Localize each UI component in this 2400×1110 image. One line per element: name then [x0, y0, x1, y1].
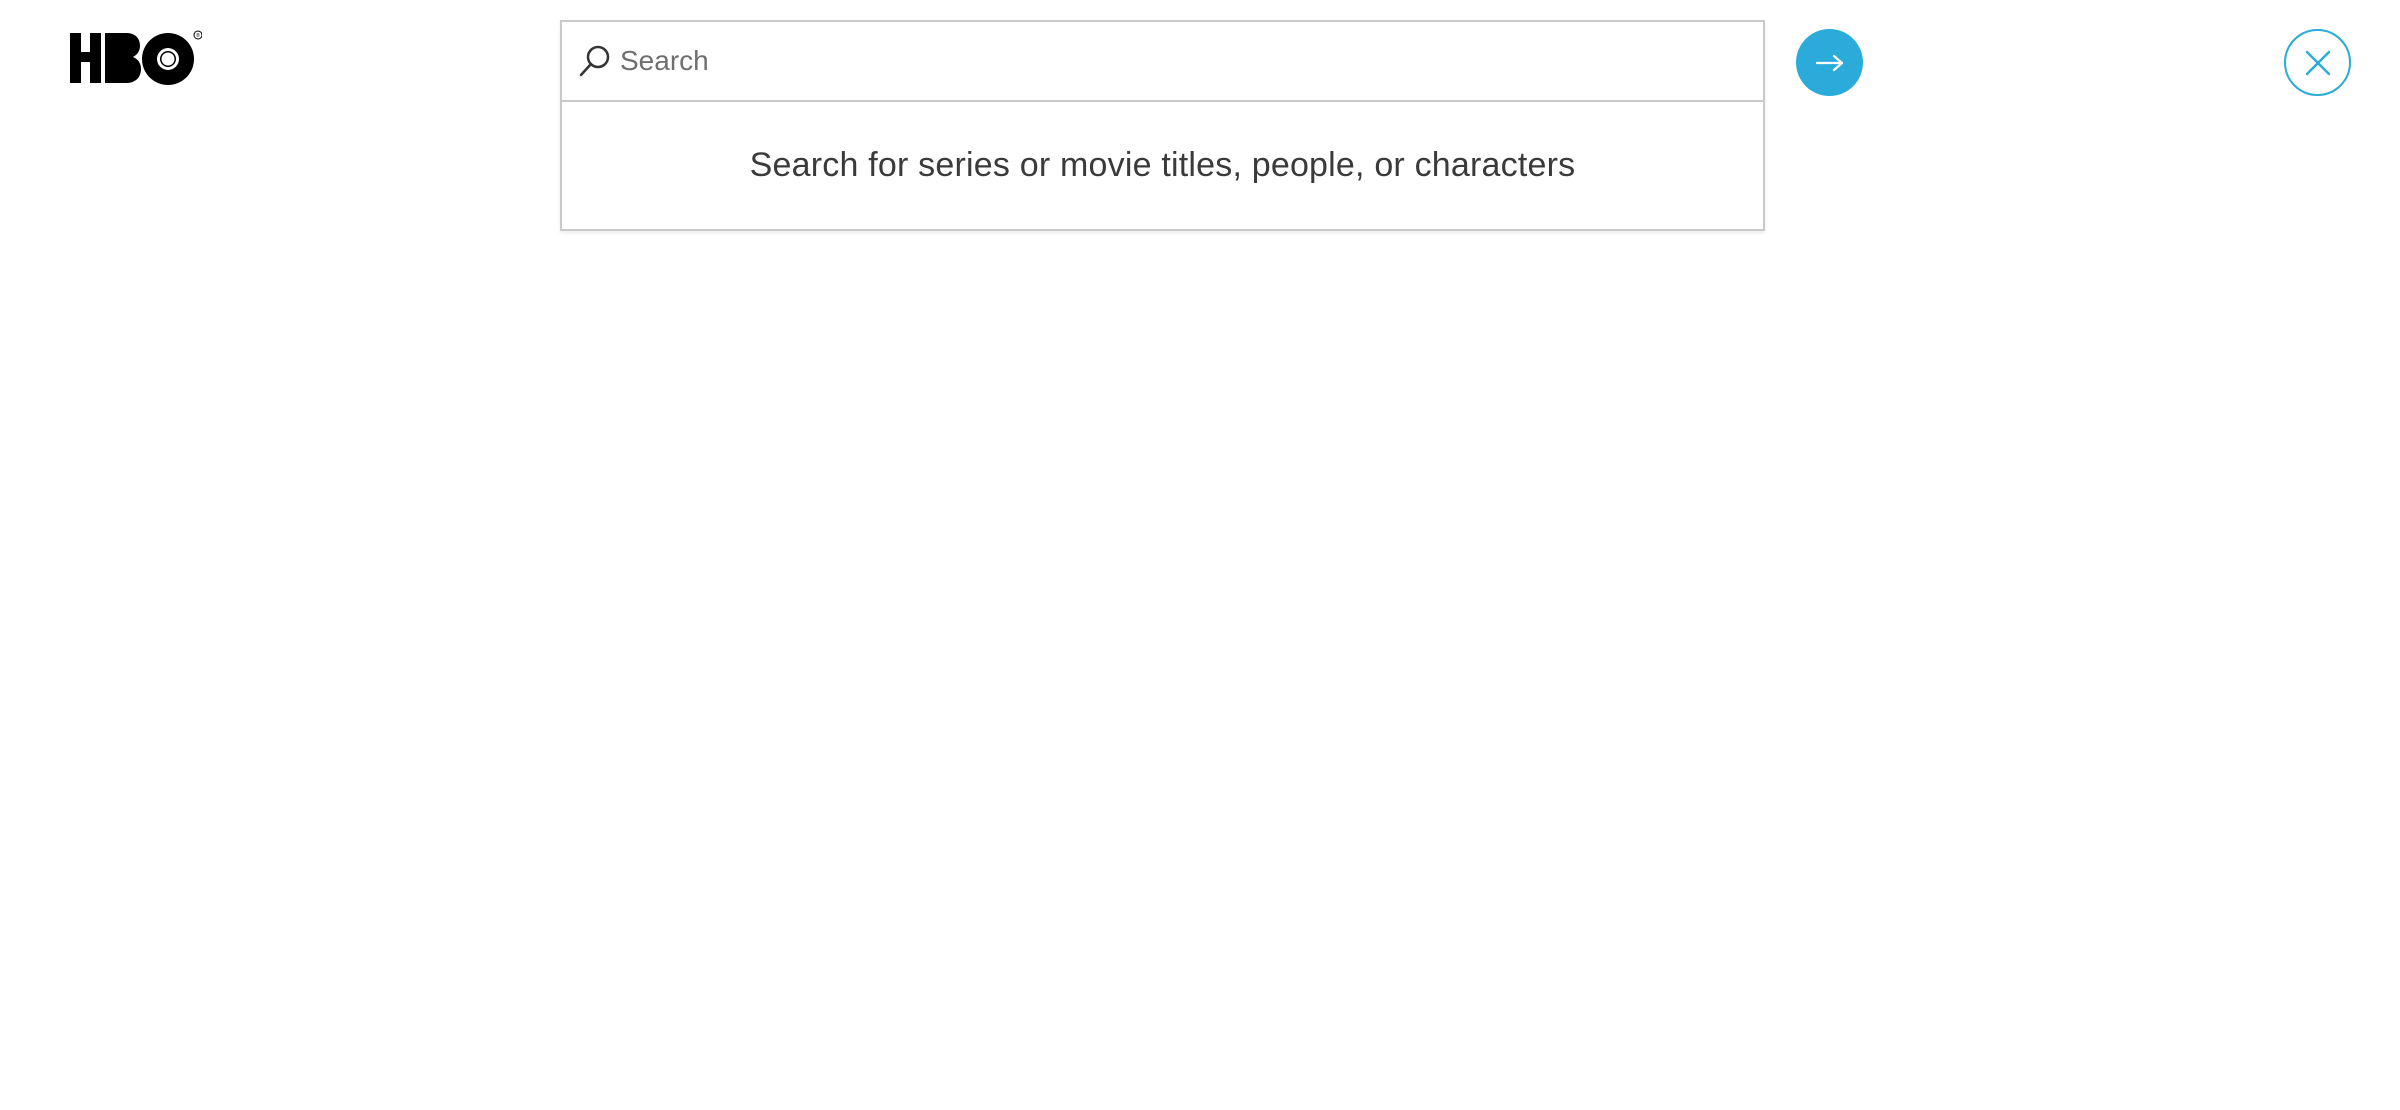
arrow-right-icon [1815, 54, 1843, 71]
search-icon [578, 44, 612, 78]
search-page: ® Search for series or movie titles, peo… [0, 0, 2400, 1110]
close-icon [2305, 50, 2330, 75]
trademark-symbol: ® [196, 32, 200, 39]
close-button[interactable] [2284, 29, 2351, 96]
search-panel: Search for series or movie titles, peopl… [560, 20, 1765, 231]
search-input[interactable] [618, 22, 1753, 100]
search-submit-button[interactable] [1796, 29, 1863, 96]
hbo-logo[interactable]: ® [70, 30, 202, 88]
search-bar [562, 22, 1763, 102]
hbo-logo-mark: ® [70, 30, 202, 85]
search-hint: Search for series or movie titles, peopl… [749, 146, 1576, 184]
